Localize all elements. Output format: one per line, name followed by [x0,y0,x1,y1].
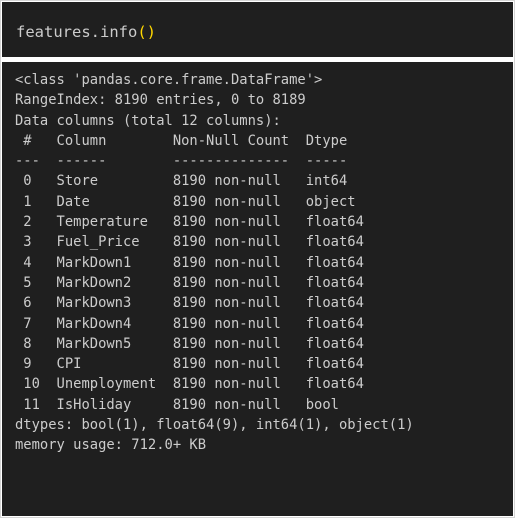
output-text: <class 'pandas.core.frame.DataFrame'> Ra… [15,70,414,456]
output-line: dtypes: bool(1), float64(9), int64(1), o… [15,417,414,434]
code-output-cell: <class 'pandas.core.frame.DataFrame'> Ra… [2,62,513,516]
output-line: 2 Temperature 8190 non-null float64 [15,214,364,231]
output-line: 1 Date 8190 non-null object [15,193,364,210]
code-close-paren: ) [146,23,157,41]
output-line: 5 MarkDown2 8190 non-null float64 [15,274,364,291]
output-line: Data columns (total 12 columns): [15,112,281,129]
output-line: 6 MarkDown3 8190 non-null float64 [15,295,364,312]
output-line: 0 Store 8190 non-null int64 [15,173,364,190]
output-line: --- ------ -------------- ----- [15,153,364,170]
code-line: features.info() [16,22,156,42]
output-line: 3 Fuel_Price 8190 non-null float64 [15,234,364,251]
output-line: 8 MarkDown5 8190 non-null float64 [15,335,364,352]
output-line: RangeIndex: 8190 entries, 0 to 8189 [15,92,306,109]
output-line: <class 'pandas.core.frame.DataFrame'> [15,72,323,88]
output-line: # Column Non-Null Count Dtype [15,132,364,149]
notebook-cell: features.info() <class 'pandas.core.fram… [0,0,515,518]
code-open-paren: ( [137,23,147,41]
output-line: 9 CPI 8190 non-null float64 [15,356,364,373]
output-line: 10 Unemployment 8190 non-null float64 [15,376,364,393]
code-object: features [16,23,91,41]
code-method: .info [90,23,138,41]
output-line: 4 MarkDown1 8190 non-null float64 [15,254,364,271]
output-line: 11 IsHoliday 8190 non-null bool [15,396,364,413]
code-input-cell[interactable]: features.info() [2,2,513,57]
output-line: memory usage: 712.0+ KB [15,437,207,454]
output-line: 7 MarkDown4 8190 non-null float64 [15,315,364,332]
